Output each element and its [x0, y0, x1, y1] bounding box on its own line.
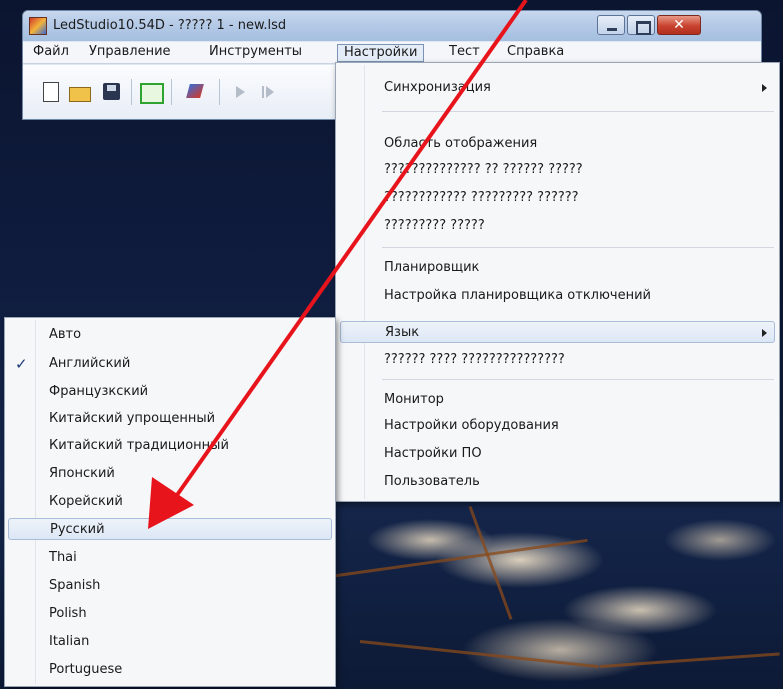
close-button[interactable]: ✕ — [657, 15, 701, 35]
menu-control[interactable]: Управление — [83, 44, 177, 62]
toolbar-divider — [131, 79, 132, 105]
background-streak — [329, 538, 588, 578]
menu-item-software-settings[interactable]: Настройки ПО — [384, 443, 482, 465]
menu-item-unreadable-4[interactable]: ?????? ???? ??????????????? — [384, 349, 565, 371]
language-item-french[interactable]: Французкский — [49, 381, 148, 403]
submenu-arrow-icon — [762, 329, 767, 337]
minimize-icon — [598, 16, 624, 34]
menu-item-scheduler[interactable]: Планировщик — [384, 257, 479, 279]
edit-tool-icon[interactable] — [185, 81, 207, 103]
maximize-icon — [628, 16, 654, 35]
play-icon[interactable] — [229, 81, 251, 103]
menu-item-unreadable-1[interactable]: ?????????????? ?? ?????? ????? — [384, 159, 583, 181]
minimize-button[interactable] — [597, 15, 625, 35]
toolbar-divider — [171, 79, 172, 105]
language-item-chinese-traditional[interactable]: Китайский традиционный — [49, 435, 229, 457]
language-item-russian[interactable]: Русский — [8, 518, 332, 540]
toolbar-divider — [219, 79, 220, 105]
menu-item-unreadable-3[interactable]: ????????? ????? — [384, 215, 485, 237]
menu-item-unreadable-2[interactable]: ???????????? ????????? ?????? — [384, 187, 579, 209]
menu-item-user[interactable]: Пользователь — [384, 471, 480, 493]
background-streak — [468, 505, 513, 620]
language-item-spanish[interactable]: Spanish — [49, 575, 100, 597]
language-item-korean[interactable]: Корейский — [49, 491, 123, 513]
language-submenu: Авто ✓ Английский Французкский Китайский… — [4, 317, 336, 687]
save-icon[interactable] — [101, 81, 123, 103]
language-item-polish[interactable]: Polish — [49, 603, 87, 625]
menu-file[interactable]: Файл — [27, 44, 75, 62]
menu-separator — [382, 111, 774, 112]
language-item-japanese[interactable]: Японский — [49, 463, 115, 485]
language-item-italian[interactable]: Italian — [49, 631, 89, 653]
menu-bar: Файл Управление Инструменты Настройки Те… — [23, 42, 761, 64]
menu-item-hardware-settings[interactable]: Настройки оборудования — [384, 415, 559, 437]
menu-item-shutdown-scheduler[interactable]: Настройка планировщика отключений — [384, 285, 651, 307]
close-icon: ✕ — [673, 17, 685, 33]
open-folder-icon[interactable] — [69, 81, 91, 103]
menu-item-display-area[interactable]: Область отображения — [384, 133, 537, 155]
settings-dropdown-menu: Синхронизация Область отображения ??????… — [335, 62, 780, 502]
language-item-chinese-simplified[interactable]: Китайский упрощенный — [49, 408, 215, 430]
checkmark-icon: ✓ — [15, 355, 28, 373]
menu-separator — [382, 247, 774, 248]
menu-item-language[interactable]: Язык — [340, 321, 775, 343]
led-screen-icon[interactable] — [139, 81, 164, 104]
title-bar[interactable]: LedStudio10.54D - ????? 1 - new.lsd ✕ — [23, 11, 761, 41]
language-item-auto[interactable]: Авто — [49, 324, 81, 346]
menu-settings[interactable]: Настройки — [337, 44, 425, 62]
new-file-icon[interactable] — [43, 82, 59, 102]
background-streak — [599, 652, 780, 668]
menu-separator — [382, 379, 774, 380]
menu-item-sync[interactable]: Синхронизация — [384, 77, 491, 99]
maximize-button[interactable] — [627, 15, 655, 35]
app-logo-icon — [29, 17, 47, 35]
language-item-portuguese[interactable]: Portuguese — [49, 659, 122, 681]
background-streak — [359, 640, 599, 669]
menu-item-monitor[interactable]: Монитор — [384, 389, 444, 411]
menu-test[interactable]: Тест — [443, 44, 486, 62]
menu-help[interactable]: Справка — [501, 44, 570, 62]
window-title: LedStudio10.54D - ????? 1 - new.lsd — [53, 18, 287, 33]
submenu-arrow-icon — [762, 84, 767, 92]
language-item-thai[interactable]: Thai — [49, 547, 77, 569]
step-icon[interactable] — [257, 81, 279, 103]
language-item-english[interactable]: Английский — [49, 353, 130, 375]
menu-tools[interactable]: Инструменты — [203, 44, 308, 62]
